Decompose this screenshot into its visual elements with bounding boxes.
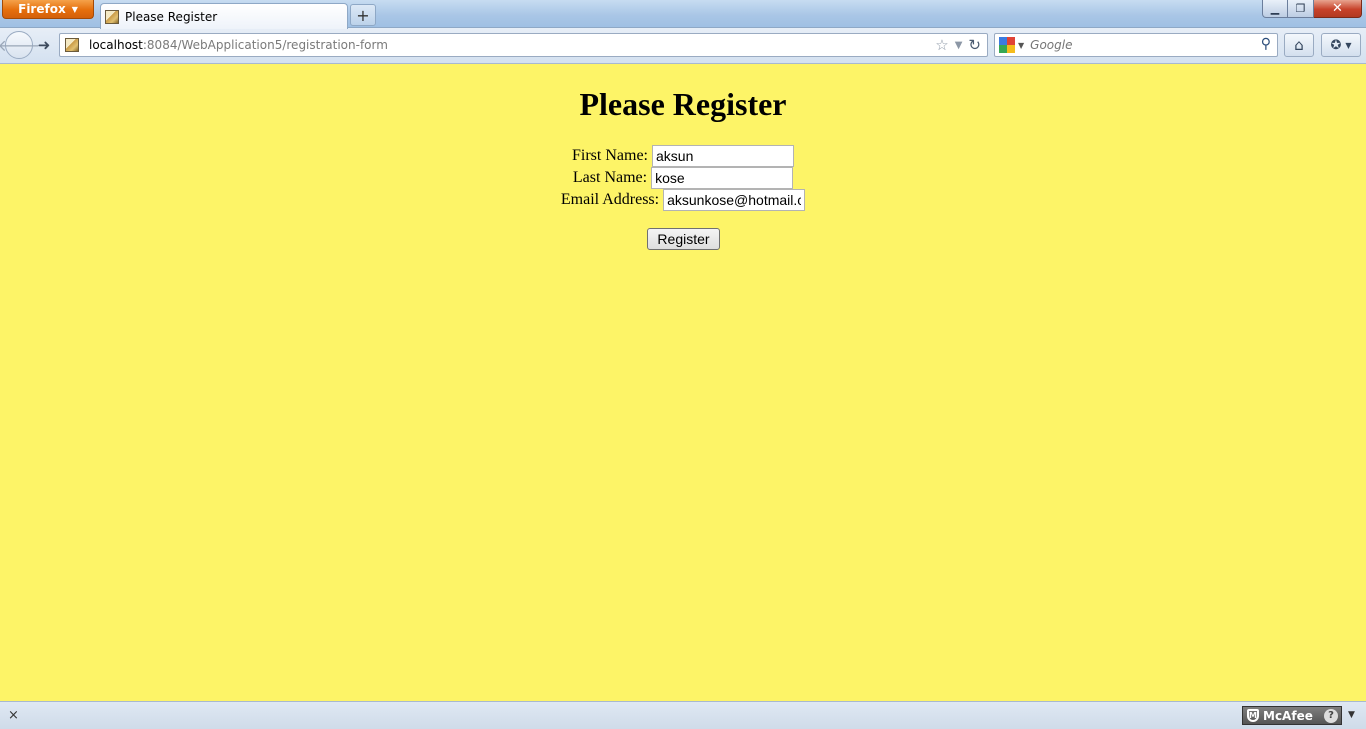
plus-icon: +	[356, 5, 370, 25]
minimize-icon: ▁	[1270, 2, 1280, 15]
page-content: Please Register First Name: Last Name: E…	[0, 64, 1366, 701]
url-bar-icons: ☆ ▼ ↻	[935, 36, 981, 56]
forward-icon: ➜	[37, 36, 51, 54]
forward-button[interactable]: ➜	[34, 36, 54, 54]
chevron-down-icon: ▼	[71, 4, 78, 14]
last-name-row: Last Name:	[0, 167, 1366, 189]
help-icon[interactable]: ?	[1324, 708, 1338, 723]
first-name-label: First Name:	[572, 147, 648, 164]
bookmark-star-icon[interactable]: ☆	[935, 36, 948, 56]
register-button[interactable]: Register	[647, 228, 720, 250]
page-favicon-icon	[105, 9, 119, 24]
email-row: Email Address:	[0, 189, 1366, 211]
navigation-toolbar: 🡐 ➜ localhost:8084/WebApplication5/regis…	[0, 28, 1366, 64]
history-dropdown-icon[interactable]: ▼	[955, 36, 963, 56]
mcafee-button[interactable]: M McAfee ?	[1242, 706, 1342, 725]
search-bar[interactable]: ▼ ⚲	[994, 33, 1278, 57]
restore-icon: ❐	[1295, 2, 1306, 15]
browser-tab[interactable]: Please Register	[100, 3, 348, 29]
home-icon: ⌂	[1294, 36, 1304, 54]
google-engine-icon[interactable]	[999, 37, 1015, 53]
url-text[interactable]: localhost:8084/WebApplication5/registrat…	[89, 38, 388, 52]
close-addon-bar-icon[interactable]: ×	[8, 708, 19, 723]
last-name-field[interactable]	[651, 167, 794, 189]
close-window-button[interactable]: ✕	[1314, 0, 1362, 18]
chevron-down-icon[interactable]: ▼	[1348, 710, 1355, 720]
url-host: localhost	[89, 38, 143, 52]
email-label: Email Address:	[560, 191, 660, 208]
firefox-menu-label: Firefox	[18, 2, 66, 16]
new-tab-button[interactable]: +	[350, 4, 376, 26]
home-button[interactable]: ⌂	[1284, 33, 1314, 57]
search-input[interactable]	[1030, 38, 1231, 52]
bookmarks-icon: ✪	[1330, 37, 1342, 53]
minimize-window-button[interactable]: ▁	[1262, 0, 1288, 18]
first-name-row: First Name:	[0, 145, 1366, 167]
search-icon[interactable]: ⚲	[1261, 36, 1271, 52]
mcafee-label: McAfee	[1263, 708, 1313, 723]
page-title: Please Register	[579, 86, 787, 122]
url-path: :8084/WebApplication5/registration-form	[142, 38, 388, 52]
url-bar[interactable]: localhost:8084/WebApplication5/registrat…	[59, 33, 988, 57]
site-identity-icon[interactable]	[65, 38, 79, 52]
status-bar: × M McAfee ? ▼	[0, 701, 1366, 729]
back-button[interactable]: 🡐	[0, 31, 40, 59]
chevron-down-icon: ▼	[1345, 40, 1352, 50]
title-bar: Firefox ▼ Please Register + ▁ ❐ ✕	[0, 0, 1366, 29]
last-name-label: Last Name:	[572, 169, 648, 186]
first-name-field[interactable]	[652, 145, 794, 167]
tab-title: Please Register	[125, 9, 218, 24]
chevron-down-icon[interactable]: ▼	[1018, 41, 1024, 50]
mcafee-shield-icon: M	[1247, 709, 1259, 722]
reload-icon[interactable]: ↻	[968, 36, 981, 56]
close-icon: ✕	[1332, 1, 1343, 16]
restore-window-button[interactable]: ❐	[1288, 0, 1314, 18]
email-field[interactable]	[663, 189, 806, 211]
firefox-menu-button[interactable]: Firefox ▼	[2, 0, 94, 19]
bookmarks-button[interactable]: ✪ ▼	[1321, 33, 1361, 57]
